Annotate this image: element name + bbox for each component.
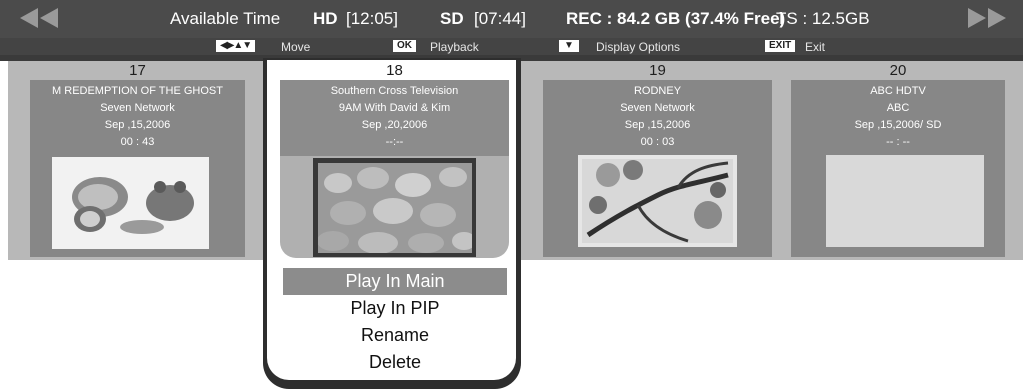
card-channel: Seven Network [620, 102, 695, 114]
key-hint-bar [0, 38, 1023, 55]
card-title: M REDEMPTION OF THE GHOST [52, 85, 223, 97]
move-label: Move [281, 40, 311, 54]
card-date: Sep ,15,2006 [624, 119, 691, 131]
sd-label: SD [440, 9, 464, 28]
move-key-icon: ◀▶▲▼ [216, 40, 256, 52]
card-duration: 00 : 03 [640, 136, 675, 148]
exit-key-icon: EXIT [765, 40, 796, 52]
card-channel: 9AM With David & Kim [338, 102, 451, 114]
card-date: Sep ,15,2006/ SD [854, 119, 942, 131]
hd-label: HD [313, 9, 338, 28]
card-duration: --:-- [385, 136, 404, 148]
card-number: 17 [129, 62, 146, 79]
display-options-label: Display Options [596, 40, 681, 54]
card-date: Sep ,20,2006 [361, 119, 428, 131]
menu-item-rename[interactable]: Rename [283, 322, 507, 349]
card-duration: 00 : 43 [120, 136, 155, 148]
ts-info: TS : 12.5GB [776, 9, 870, 28]
sd-time: [07:44] [474, 9, 526, 28]
rewind-icon[interactable] [18, 7, 60, 29]
menu-item-play-in-pip[interactable]: Play In PIP [283, 295, 507, 322]
card-date: Sep ,15,2006 [104, 119, 171, 131]
exit-label: Exit [805, 40, 826, 54]
card-title: Southern Cross Television [330, 85, 459, 97]
thumbnail-image [52, 157, 209, 249]
card-title: RODNEY [633, 85, 682, 97]
thumbnail-placeholder [826, 155, 984, 247]
available-time-label: Available Time [170, 9, 281, 28]
card-number: 18 [386, 62, 403, 79]
display-options-key-icon: ▼ [559, 40, 579, 52]
card-number: 19 [649, 62, 666, 79]
thumbnail-image [578, 155, 737, 247]
card-title: ABC HDTV [870, 85, 926, 97]
rec-info: REC : 84.2 GB (37.4% Free) [566, 9, 786, 28]
menu-item-play-in-main[interactable]: Play In Main [283, 268, 507, 295]
playback-label: Playback [430, 40, 479, 54]
card-channel: ABC [886, 102, 910, 114]
ok-key-icon: OK [393, 40, 416, 52]
card-number: 20 [889, 62, 907, 79]
card-channel: Seven Network [100, 102, 175, 114]
thumbnail-image [318, 163, 472, 253]
hd-time: [12:05] [346, 9, 398, 28]
fast-forward-icon[interactable] [966, 7, 1008, 29]
card-duration: -- : -- [886, 136, 910, 148]
menu-item-delete[interactable]: Delete [283, 349, 507, 376]
